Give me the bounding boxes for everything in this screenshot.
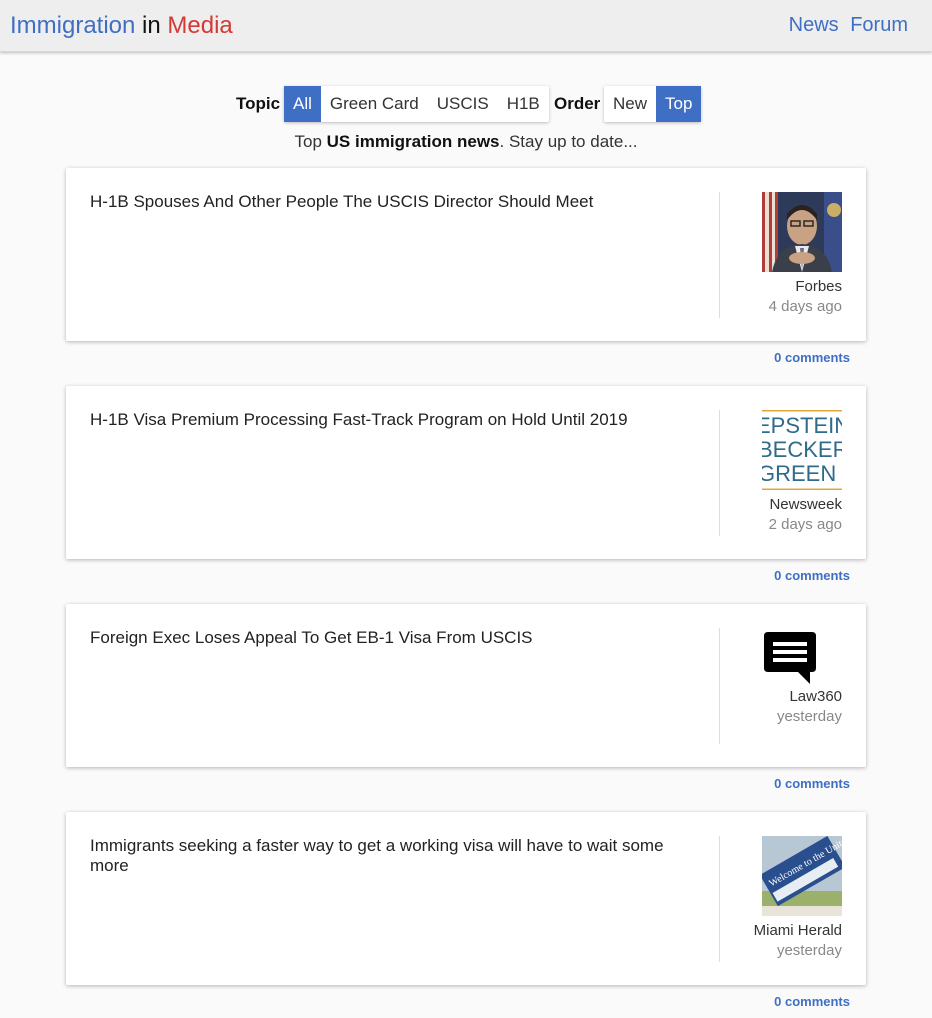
article-card[interactable]: H-1B Visa Premium Processing Fast-Track …	[66, 386, 866, 559]
brand-immigration: Immigration	[10, 12, 136, 39]
card-divider	[719, 410, 720, 536]
chat-bubble-icon	[764, 632, 816, 684]
top-bar: Immigration in Media News Forum	[0, 0, 932, 52]
logo-line-3: GREEN	[762, 461, 836, 486]
epstein-becker-green-logo: EPSTEIN BECKER GREEN	[762, 410, 842, 490]
portrait-photo	[762, 192, 842, 272]
article-time: 2 days ago	[768, 516, 842, 533]
welcome-card-photo: Welcome to the United States	[762, 836, 842, 916]
comments-link[interactable]: 0 comments	[774, 776, 850, 791]
article-thumbnail[interactable]	[762, 192, 842, 272]
article-time: yesterday	[776, 942, 842, 959]
topic-label: Topic	[236, 94, 281, 113]
nav-news-link[interactable]: News	[789, 14, 839, 36]
article-time: yesterday	[776, 708, 842, 725]
comments-link[interactable]: 0 comments	[774, 568, 850, 583]
topic-h1b-button[interactable]: H1B	[498, 86, 549, 122]
comments-link[interactable]: 0 comments	[774, 994, 850, 1009]
topic-all-button[interactable]: All	[284, 86, 321, 122]
card-divider	[719, 836, 720, 962]
article-title[interactable]: H-1B Visa Premium Processing Fast-Track …	[90, 410, 700, 430]
topic-toggle-group: All Green Card USCIS H1B	[284, 86, 549, 122]
card-divider	[719, 628, 720, 744]
nav-forum-link[interactable]: Forum	[850, 14, 908, 36]
top-nav: News Forum	[783, 14, 908, 37]
filter-bar: Topic All Green Card USCIS H1B Order New…	[0, 86, 932, 122]
order-label: Order	[554, 94, 601, 113]
logo-line-1: EPSTEIN	[762, 413, 842, 438]
topic-uscis-button[interactable]: USCIS	[428, 86, 498, 122]
topic-green-card-button[interactable]: Green Card	[321, 86, 428, 122]
order-new-button[interactable]: New	[604, 86, 656, 122]
brand-media: Media	[167, 12, 233, 39]
article-title[interactable]: Immigrants seeking a faster way to get a…	[90, 836, 700, 876]
article-thumbnail[interactable]: EPSTEIN BECKER GREEN	[762, 410, 842, 490]
article-card[interactable]: Immigrants seeking a faster way to get a…	[66, 812, 866, 985]
article-title[interactable]: Foreign Exec Loses Appeal To Get EB-1 Vi…	[90, 628, 700, 648]
article-thumbnail[interactable]: Welcome to the United States	[762, 836, 842, 916]
article-source: Newsweek	[769, 496, 842, 513]
page-subtitle: Top US immigration news. Stay up to date…	[0, 132, 932, 152]
subtitle-bold: US immigration news	[326, 132, 500, 151]
article-card[interactable]: Foreign Exec Loses Appeal To Get EB-1 Vi…	[66, 604, 866, 767]
article-title[interactable]: H-1B Spouses And Other People The USCIS …	[90, 192, 700, 212]
comments-link[interactable]: 0 comments	[774, 350, 850, 365]
subtitle-suffix: . Stay up to date...	[499, 132, 638, 151]
subtitle-prefix: Top	[294, 132, 322, 151]
order-top-button[interactable]: Top	[656, 86, 702, 122]
article-source: Forbes	[795, 278, 842, 295]
logo-line-2: BECKER	[762, 437, 842, 462]
article-card[interactable]: H-1B Spouses And Other People The USCIS …	[66, 168, 866, 341]
site-brand[interactable]: Immigration in Media	[10, 12, 233, 40]
article-time: 4 days ago	[768, 298, 842, 315]
article-source: Miami Herald	[753, 922, 842, 939]
article-source: Law360	[789, 688, 842, 705]
order-toggle-group: New Top	[604, 86, 702, 122]
article-thumbnail[interactable]	[762, 628, 822, 688]
card-divider	[719, 192, 720, 318]
brand-in: in	[142, 12, 161, 39]
